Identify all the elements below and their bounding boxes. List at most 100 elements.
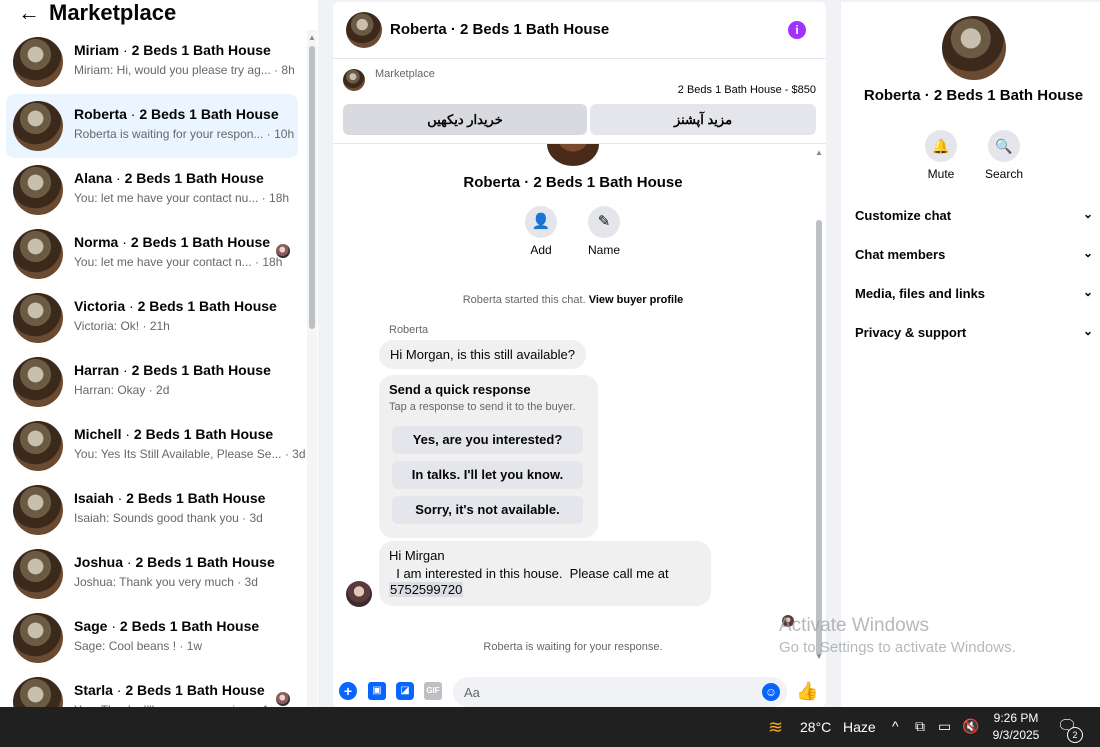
meet-now-icon[interactable]: ⧉ bbox=[915, 718, 925, 735]
message-placeholder: Aa bbox=[464, 685, 480, 700]
title-separator: · bbox=[107, 618, 120, 634]
conversation-item[interactable]: Isaiah · 2 Beds 1 Bath House Isaiah: Soun… bbox=[6, 478, 298, 542]
message-thread: Roberta · 2 Beds 1 Bath House 👤 Add ✎ Na… bbox=[333, 144, 815, 672]
message-input[interactable]: Aa ☺ bbox=[453, 677, 787, 707]
contact-name: Michell bbox=[74, 426, 122, 442]
quick-response-talks[interactable]: In talks. I'll let you know. bbox=[392, 461, 583, 489]
watermark-subtitle: Go to Settings to activate Windows. bbox=[779, 639, 1016, 656]
quick-response-unavailable[interactable]: Sorry, it's not available. bbox=[392, 496, 583, 524]
more-options-button[interactable]: مزید آپشنز bbox=[590, 104, 816, 135]
sidebar-scrollbar[interactable]: ▲ bbox=[307, 30, 317, 707]
scrollbar-thumb[interactable] bbox=[816, 220, 822, 656]
chat-header-title[interactable]: Roberta · 2 Beds 1 Bath House bbox=[390, 21, 609, 38]
mute-action[interactable]: 🔔 Mute bbox=[911, 130, 971, 181]
conversation-title: Isaiah · 2 Beds 1 Bath House bbox=[74, 490, 265, 506]
listing-name: 2 Beds 1 Bath House bbox=[131, 42, 271, 58]
sidebar-header: ← Marketplace bbox=[0, 0, 318, 28]
gif-icon[interactable]: GIF bbox=[424, 682, 442, 700]
network-icon[interactable]: ▭ bbox=[938, 718, 951, 735]
contact-name: Victoria bbox=[74, 298, 126, 314]
contact-name: Harran bbox=[74, 362, 120, 378]
preview-separator: · bbox=[139, 319, 150, 333]
preview-text: Sage: Cool beans ! bbox=[74, 639, 177, 653]
search-icon[interactable]: 🔍 bbox=[988, 130, 1020, 162]
conversation-item[interactable]: Alana · 2 Beds 1 Bath House You: let me h… bbox=[6, 158, 298, 222]
sticker-icon[interactable]: ◪ bbox=[396, 682, 414, 700]
conversation-title: Sage · 2 Beds 1 Bath House bbox=[74, 618, 259, 634]
bell-icon[interactable]: 🔔 bbox=[925, 130, 957, 162]
preview-text: You: let me have your contact n... bbox=[74, 255, 252, 269]
profile-name: Roberta · 2 Beds 1 Bath House bbox=[863, 87, 1084, 104]
photo-icon[interactable]: ▣ bbox=[368, 682, 386, 700]
chat-details-panel: Roberta · 2 Beds 1 Bath House 🔔 Mute 🔍 S… bbox=[841, 2, 1100, 707]
preview-text: Isaiah: Sounds good thank you bbox=[74, 511, 239, 525]
plus-icon[interactable]: + bbox=[339, 682, 357, 700]
pencil-icon[interactable]: ✎ bbox=[588, 206, 620, 238]
weather-condition: Haze bbox=[842, 719, 876, 735]
listing-thumbnail[interactable] bbox=[343, 69, 365, 91]
chat-scrollbar[interactable]: ▲ ▼ bbox=[815, 148, 824, 664]
conversation-preview: Sage: Cool beans ! · 1w bbox=[74, 639, 202, 653]
contact-name: Alana bbox=[74, 170, 113, 186]
conversation-item[interactable]: Michell · 2 Beds 1 Bath House You: Yes It… bbox=[6, 414, 306, 478]
section-label: Customize chat bbox=[855, 208, 952, 223]
weather-widget[interactable]: 28°C Haze bbox=[800, 719, 876, 735]
title-separator: · bbox=[123, 554, 136, 570]
chevron-up-icon[interactable]: ^ bbox=[892, 718, 899, 734]
clock-time[interactable]: 9:26 PM bbox=[993, 711, 1039, 725]
conversation-item[interactable]: Starla · 2 Beds 1 Bath HouseYou: Thanks … bbox=[6, 670, 298, 707]
sender-avatar[interactable] bbox=[346, 581, 372, 607]
scrollbar-thumb[interactable] bbox=[309, 46, 315, 329]
preview-time: 2d bbox=[156, 383, 170, 397]
conversation-item[interactable]: Miriam · 2 Beds 1 Bath House Miriam: Hi, … bbox=[6, 30, 298, 94]
contact-name: Starla bbox=[74, 682, 113, 698]
temperature: 28°C bbox=[800, 719, 832, 735]
conversation-title: Miriam · 2 Beds 1 Bath House bbox=[74, 42, 271, 58]
section-privacy-support[interactable]: Privacy & support ⌄ bbox=[855, 324, 1093, 340]
quick-response-yes[interactable]: Yes, are you interested? bbox=[392, 426, 583, 454]
quick-response-card: Send a quick response Tap a response to … bbox=[379, 375, 598, 538]
haze-weather-icon[interactable]: ≋ bbox=[768, 717, 783, 738]
conversation-item[interactable]: Sage · 2 Beds 1 Bath House Sage: Cool bea… bbox=[6, 606, 298, 670]
clock-date[interactable]: 9/3/2025 bbox=[990, 728, 1042, 742]
name-action[interactable]: ✎ Name bbox=[574, 206, 634, 257]
scroll-up-icon[interactable]: ▲ bbox=[815, 148, 823, 157]
notification-count-badge: 2 bbox=[1067, 727, 1083, 743]
info-icon[interactable]: i bbox=[788, 21, 806, 39]
chevron-down-icon: ⌄ bbox=[1082, 324, 1093, 338]
profile-avatar[interactable] bbox=[942, 16, 1006, 80]
marketplace-label: Marketplace bbox=[375, 68, 435, 80]
preview-time: 1w bbox=[186, 639, 203, 653]
section-media-files-links[interactable]: Media, files and links ⌄ bbox=[855, 285, 1093, 301]
add-action[interactable]: 👤 Add bbox=[511, 206, 571, 257]
message-bubble[interactable]: Hi Mirgan I am interested in this house.… bbox=[379, 541, 711, 606]
conversation-item[interactable]: Roberta · 2 Beds 1 Bath House Roberta is … bbox=[6, 94, 298, 158]
conversation-item[interactable]: Norma · 2 Beds 1 Bath House You: let me h… bbox=[6, 222, 298, 286]
title-separator: · bbox=[113, 490, 127, 506]
conversation-item[interactable]: Joshua · 2 Beds 1 Bath House Joshua: Than… bbox=[6, 542, 298, 606]
contact-name: Roberta bbox=[74, 106, 127, 122]
conversation-item[interactable]: Harran · 2 Beds 1 Bath House Harran: Okay… bbox=[6, 350, 298, 414]
avatar bbox=[13, 485, 63, 535]
preview-time: 3d bbox=[292, 447, 306, 461]
activate-windows-watermark: Activate Windows Go to Settings to activ… bbox=[779, 615, 1016, 656]
view-buyer-profile-link[interactable]: View buyer profile bbox=[589, 294, 684, 306]
scroll-up-icon[interactable]: ▲ bbox=[308, 33, 316, 42]
thumbs-up-icon[interactable]: 👍 bbox=[796, 681, 818, 702]
section-chat-members[interactable]: Chat members ⌄ bbox=[855, 246, 1093, 262]
emoji-icon[interactable]: ☺ bbox=[762, 683, 780, 701]
chat-panel: Roberta · 2 Beds 1 Bath House i Marketpl… bbox=[333, 2, 826, 707]
view-buyer-button[interactable]: خریدار دیکھیں bbox=[343, 104, 587, 135]
conversation-item[interactable]: Victoria · 2 Beds 1 Bath House Victoria: … bbox=[6, 286, 298, 350]
conversation-title: Roberta · 2 Beds 1 Bath House bbox=[74, 106, 279, 122]
phone-number[interactable]: 5752599720 bbox=[389, 582, 464, 597]
search-action[interactable]: 🔍 Search bbox=[974, 130, 1034, 181]
volume-muted-icon[interactable]: 🔇 bbox=[962, 718, 979, 735]
add-person-icon[interactable]: 👤 bbox=[525, 206, 557, 238]
chat-avatar[interactable] bbox=[346, 12, 382, 48]
section-customize-chat[interactable]: Customize chat ⌄ bbox=[855, 207, 1093, 223]
listing-title-price[interactable]: 2 Beds 1 Bath House - $850 bbox=[678, 84, 816, 96]
listing-name: 2 Beds 1 Bath House bbox=[135, 554, 275, 570]
message-bubble[interactable]: Hi Morgan, is this still available? bbox=[379, 340, 586, 369]
back-arrow-icon[interactable]: ← bbox=[18, 2, 40, 24]
